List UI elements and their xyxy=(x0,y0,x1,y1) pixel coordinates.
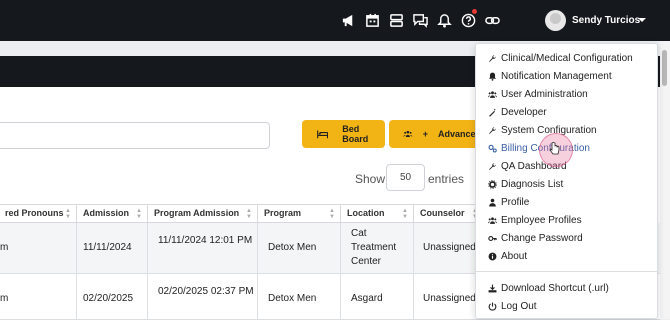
bed-icon xyxy=(317,130,329,139)
column-header-admission[interactable]: Admission ▲ ▼ xyxy=(76,204,147,223)
wrench-icon xyxy=(489,54,496,62)
menu-item-about[interactable]: About xyxy=(488,248,527,264)
notification-dot xyxy=(472,9,477,14)
avatar[interactable] xyxy=(545,10,566,31)
cell-pronouns: m xyxy=(0,293,9,304)
wrench-icon xyxy=(489,126,496,134)
column-header-counselor[interactable]: Counselor▲▼ xyxy=(413,204,483,223)
search-input[interactable] xyxy=(0,122,270,149)
sort-icon: ▲▼ xyxy=(65,208,71,220)
menu-item-user-administration[interactable]: User Administration xyxy=(488,86,588,102)
cell-counselor: Unassigned xyxy=(423,242,476,253)
list-icon[interactable] xyxy=(387,11,406,30)
menu-item-developer[interactable]: Developer xyxy=(488,104,547,120)
user-icon xyxy=(489,198,496,206)
info-icon xyxy=(488,252,497,260)
megaphone-icon[interactable] xyxy=(339,11,358,30)
cell-admission: 11/11/2024 xyxy=(83,242,132,253)
menu-item-download-shortcut[interactable]: Download Shortcut (.url) xyxy=(488,280,609,296)
user-dropdown-menu: Clinical/Medical Configuration Notificat… xyxy=(475,43,658,319)
cell-admission: 02/20/2025 xyxy=(83,293,134,304)
cell-counselor: Unassigned xyxy=(423,293,476,304)
users-icon xyxy=(403,130,413,138)
download-icon xyxy=(488,284,497,292)
sort-icon: ▲▼ xyxy=(329,208,335,220)
menu-item-employee-profiles[interactable]: Employee Profiles xyxy=(488,212,582,228)
bell-icon xyxy=(488,72,497,81)
link-icon[interactable] xyxy=(483,11,502,30)
menu-item-diagnosis-list[interactable]: Diagnosis List xyxy=(488,176,563,192)
column-divider xyxy=(76,223,77,319)
scrollbar-thumb[interactable] xyxy=(662,50,667,86)
user-name[interactable]: Sendy Turcios xyxy=(572,15,640,26)
cell-program: Detox Men xyxy=(268,242,317,253)
advanced-search-button[interactable]: + Advanced xyxy=(389,120,481,148)
cell-program-admission: 02/20/2025 02:37 PM xyxy=(158,286,254,297)
menu-item-log-out[interactable]: Log Out xyxy=(488,298,537,314)
column-header-program[interactable]: Program ▲ ▼ xyxy=(257,204,340,223)
chevron-down-icon[interactable] xyxy=(638,18,646,22)
header-icons xyxy=(339,11,507,30)
top-navbar xyxy=(0,0,670,41)
sort-icon: ▲▼ xyxy=(246,208,252,220)
magic-icon xyxy=(489,108,496,117)
calendar-icon[interactable] xyxy=(363,11,382,30)
hand-cursor-icon xyxy=(549,142,560,155)
menu-item-profile[interactable]: Profile xyxy=(488,194,529,210)
users-icon xyxy=(488,90,497,98)
entries-label: entries xyxy=(428,172,465,186)
key-icon xyxy=(488,235,497,241)
column-divider xyxy=(413,223,414,319)
advanced-plus: + xyxy=(422,129,428,139)
cogs-icon xyxy=(488,144,497,152)
power-icon xyxy=(488,302,497,311)
column-divider xyxy=(340,223,341,319)
bed-board-label: Bed Board xyxy=(342,124,369,144)
cell-program: Detox Men xyxy=(268,293,317,304)
cell-program-admission: 11/11/2024 12:01 PM xyxy=(158,235,253,246)
wrench-icon xyxy=(489,162,496,170)
column-header-pronouns[interactable]: red Pronouns ▲ ▼ xyxy=(0,204,76,223)
cell-location: Cat Treatment Center xyxy=(351,228,397,267)
gear-icon xyxy=(488,179,497,189)
sort-icon: ▲▼ xyxy=(402,208,408,220)
menu-divider xyxy=(476,271,657,272)
menu-item-change-password[interactable]: Change Password xyxy=(488,230,583,246)
cell-pronouns: m xyxy=(0,242,9,253)
entries-select[interactable]: 50 xyxy=(386,164,425,191)
bell-icon[interactable] xyxy=(435,11,454,30)
column-header-program-admission[interactable]: Program Admission ▲ ▼ xyxy=(147,204,257,223)
cell-location: Asgard xyxy=(351,293,383,304)
sort-icon: ▲▼ xyxy=(136,208,142,220)
users-icon xyxy=(488,216,497,224)
menu-item-clinical-config[interactable]: Clinical/Medical Configuration xyxy=(488,50,633,66)
menu-item-system-config[interactable]: System Configuration xyxy=(488,122,597,138)
column-divider xyxy=(257,223,258,319)
column-header-location[interactable]: Location ▲ ▼ xyxy=(340,204,413,223)
chat-icon[interactable] xyxy=(411,11,430,30)
bed-board-button[interactable]: Bed Board xyxy=(302,120,385,148)
column-divider xyxy=(147,223,148,319)
menu-item-notification-management[interactable]: Notification Management xyxy=(488,68,612,84)
show-label: Show xyxy=(355,172,386,186)
